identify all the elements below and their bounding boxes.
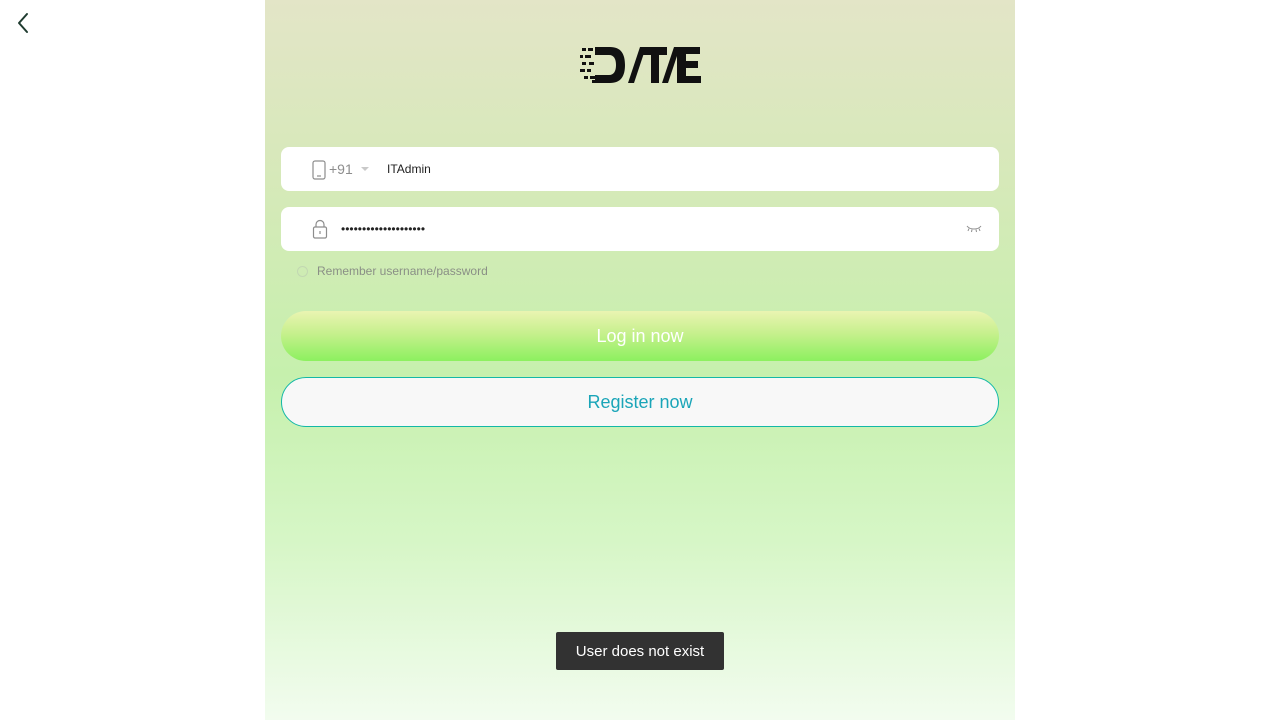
mobile-phone-icon	[312, 160, 326, 180]
error-toast: User does not exist	[556, 632, 724, 670]
login-page: +91 Remember username/password Log	[0, 0, 1280, 720]
password-field[interactable]	[281, 207, 999, 251]
remember-checkbox[interactable]: Remember username/password	[297, 263, 488, 279]
register-button[interactable]: Register now	[281, 377, 999, 427]
remember-label: Remember username/password	[317, 264, 488, 278]
login-panel: +91 Remember username/password Log	[265, 0, 1015, 720]
password-input[interactable]	[341, 219, 901, 239]
remember-radio[interactable]	[297, 265, 308, 277]
caret-down-icon[interactable]	[361, 167, 369, 171]
eye-closed-icon[interactable]	[965, 224, 983, 234]
chevron-left-icon	[18, 13, 28, 33]
dte-logo	[580, 46, 704, 86]
lock-icon	[312, 219, 328, 239]
phone-field[interactable]: +91	[281, 147, 999, 191]
country-code-select[interactable]: +91	[329, 160, 353, 178]
login-button[interactable]: Log in now	[281, 311, 999, 361]
username-input[interactable]	[387, 159, 947, 179]
back-button[interactable]	[12, 10, 34, 36]
